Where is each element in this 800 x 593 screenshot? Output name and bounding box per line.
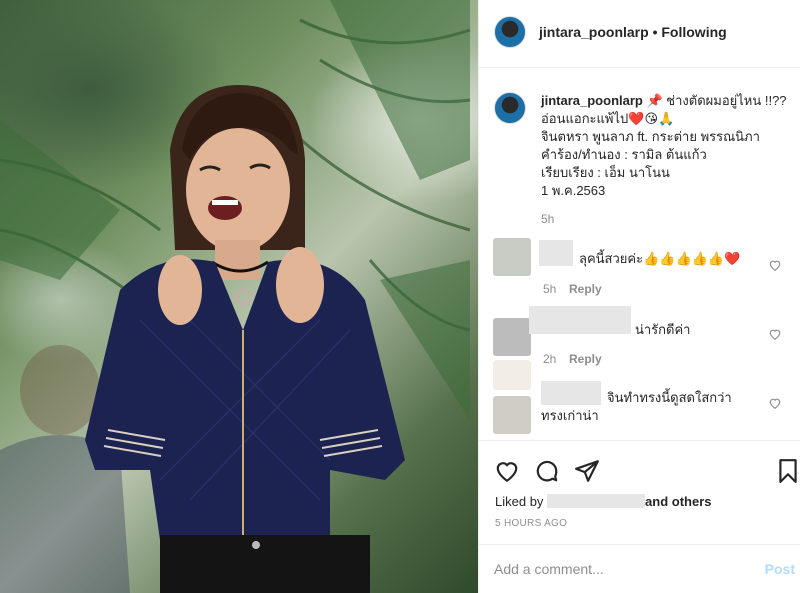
and-others-link[interactable]: and others [645,494,711,509]
comment-avatar[interactable] [493,238,531,276]
post-caption: jintara_poonlarp 📌 ช่างตัดผมอยู่ไหน !!??… [541,92,791,200]
comment-text: ลุคนี้สวยค่ะ👍👍👍👍👍❤️ [579,251,741,266]
reply-button[interactable]: Reply [569,352,602,366]
comment-avatar[interactable] [493,318,531,356]
comment-text: น่ารักดีค่า [635,322,691,337]
redacted-liker [547,494,646,508]
comment-time[interactable]: 5h [543,282,556,296]
caption-avatar[interactable] [494,92,526,124]
comment-input[interactable]: Add a comment... [494,561,604,577]
caption-username[interactable]: jintara_poonlarp [541,93,643,108]
redacted-username [529,306,631,334]
comment-like-icon[interactable] [768,396,782,410]
post-photo[interactable] [0,0,478,593]
profile-avatar[interactable] [494,16,526,48]
following-button[interactable]: Following [661,24,726,40]
comment-like-icon[interactable] [768,327,782,341]
redacted-username [539,240,573,266]
reply-button[interactable]: Reply [569,282,602,296]
caption-line-arrangement: เรียบเรียง : เอ็ม นาโนน [541,165,670,180]
caption-line-artists: จินตหรา พูนลาภ ft. กระต่าย พรรณนิภา [541,129,760,144]
comment-avatar[interactable] [493,396,531,434]
caption-emojis: ❤️😘🙏 [628,111,675,126]
comment-like-icon[interactable] [768,258,782,272]
comment-icon[interactable] [534,458,560,484]
comment-avatar[interactable] [493,360,531,390]
caption-line-date: 1 พ.ค.2563 [541,183,606,198]
likes-summary: Liked by and others [495,494,712,509]
post-comment-button[interactable]: Post [765,561,795,577]
liked-by-label: Liked by [495,494,544,509]
add-comment-bar: Add a comment... Post [479,544,800,593]
bookmark-icon[interactable] [775,458,800,484]
post-header: jintara_poonlarp • Following [479,0,800,68]
caption-time[interactable]: 5h [541,212,554,226]
heart-icon[interactable] [494,458,520,484]
comment-text: จินทำทรงนี้ดูสดใสกว่า ทรงเก่าน่า [541,390,732,423]
header-separator: • [652,24,658,40]
caption-line-lyrics: คำร้อง/ทำนอง : รามิล ต้นแก้ว [541,147,707,162]
share-icon[interactable] [574,458,600,484]
post-timestamp[interactable]: 5 HOURS AGO [495,518,567,529]
header-user-line: jintara_poonlarp • Following [539,24,727,40]
photo-illustration [0,0,471,593]
header-username[interactable]: jintara_poonlarp [539,24,649,40]
comment-time[interactable]: 2h [543,352,556,366]
post-side-panel: jintara_poonlarp • Following jintara_poo… [478,0,800,593]
